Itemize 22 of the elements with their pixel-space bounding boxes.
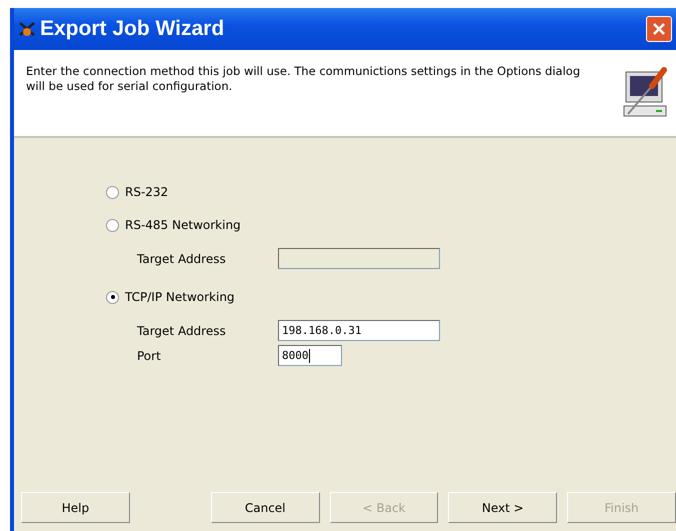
field-label: Target Address bbox=[137, 324, 227, 338]
radio-option[interactable]: RS-485 Networking bbox=[106, 215, 676, 235]
window-title: Export Job Wizard bbox=[40, 17, 226, 41]
app-icon bbox=[18, 20, 36, 38]
radio-label: RS-232 bbox=[125, 185, 168, 199]
radio-label: TCP/IP Networking bbox=[125, 290, 235, 304]
radio-button[interactable] bbox=[106, 218, 119, 232]
input-field[interactable]: 198.168.0.31 bbox=[278, 320, 440, 341]
field-label: Target Address bbox=[137, 252, 227, 266]
close-button[interactable] bbox=[646, 16, 672, 42]
wizard-button[interactable]: Next > bbox=[448, 492, 558, 523]
input-field[interactable]: 8000 bbox=[278, 345, 342, 366]
radio-option[interactable]: TCP/IP Networking bbox=[106, 287, 676, 307]
radio-option[interactable]: RS-232 bbox=[106, 182, 676, 202]
radio-button[interactable] bbox=[106, 186, 119, 198]
radio-label: RS-485 Networking bbox=[125, 218, 241, 232]
radio-button[interactable] bbox=[106, 290, 119, 304]
wizard-button[interactable]: Cancel bbox=[210, 492, 320, 523]
wizard-button[interactable]: Help bbox=[21, 492, 130, 523]
field-label: Port bbox=[137, 348, 162, 362]
close-icon bbox=[652, 22, 666, 36]
description-text: Enter the connection method this job will use. The communictions settings in the Options dialog will be used for serial configuration. bbox=[26, 64, 582, 95]
